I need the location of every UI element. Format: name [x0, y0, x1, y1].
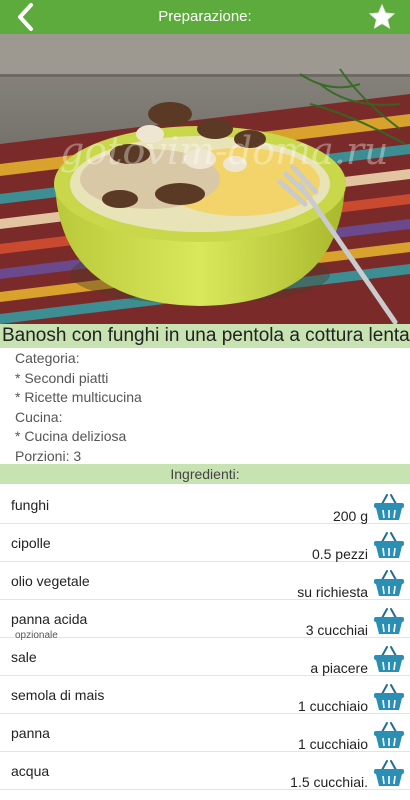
page-title: Preparazione: [158, 8, 252, 25]
ingredient-quantity: 1 cucchiaio [297, 736, 368, 752]
ingredient-row: funghi 200 g [0, 486, 410, 524]
add-to-shopping-list-button[interactable] [373, 721, 405, 749]
ingredients-list: funghi 200 g cipolle 0.5 pezzi olio vegeta… [0, 486, 410, 790]
info-category-item: * Ricette multicucina [15, 389, 142, 406]
shopping-basket-icon [374, 646, 404, 672]
ingredient-quantity: su richiesta [297, 584, 368, 600]
ingredient-row: panna acida opzionale 3 cucchiai [0, 600, 410, 641]
ingredient-name: panna acida [11, 611, 88, 627]
shopping-basket-icon [374, 608, 404, 634]
star-icon [368, 3, 396, 30]
add-to-shopping-list-button[interactable] [373, 645, 405, 673]
shopping-basket-icon [374, 494, 404, 520]
shopping-basket-icon [374, 760, 404, 786]
add-to-shopping-list-button[interactable] [373, 683, 405, 711]
ingredients-header: Ingredienti: [0, 464, 410, 484]
info-cuisine-item: * Cucina deliziosa [15, 428, 127, 445]
favorite-button[interactable] [368, 3, 396, 31]
ingredient-quantity: 200 g [332, 508, 368, 524]
ingredient-row: acqua 1.5 cucchiai. [0, 752, 410, 790]
recipe-info: Categoria: * Secondi piatti * Ricette mu… [15, 348, 395, 466]
info-category-label: Categoria: [15, 350, 80, 366]
ingredient-name: cipolle [11, 535, 51, 551]
add-to-shopping-list-button[interactable] [373, 569, 405, 597]
info-cuisine-label: Cucina: [15, 408, 63, 425]
shopping-basket-icon [374, 532, 404, 558]
info-category-item: * Secondi piatti [15, 369, 109, 386]
ingredient-quantity: 3 cucchiai [305, 622, 368, 638]
info-servings: Porzioni: 3 [15, 447, 82, 464]
recipe-photo: gotovim-doma.ru [0, 34, 410, 324]
ingredient-row: cipolle 0.5 pezzi [0, 524, 410, 562]
ingredient-row: panna 1 cucchiaio [0, 714, 410, 752]
ingredient-name: olio vegetale [11, 573, 90, 589]
ingredient-quantity: 1.5 cucchiai. [290, 774, 368, 790]
add-to-shopping-list-button[interactable] [373, 759, 405, 787]
ingredient-row: semola di mais 1 cucchiaio [0, 676, 410, 714]
ingredient-quantity: 0.5 pezzi [311, 546, 368, 562]
add-to-shopping-list-button[interactable] [373, 531, 405, 559]
ingredient-name: panna [11, 725, 50, 741]
ingredient-name: funghi [11, 497, 50, 513]
ingredient-name: acqua [11, 763, 50, 779]
shopping-basket-icon [374, 570, 404, 596]
shopping-basket-icon [374, 722, 404, 748]
shopping-basket-icon [374, 684, 404, 710]
ingredient-quantity: 1 cucchiaio [297, 698, 368, 714]
ingredient-name: semola di mais [11, 687, 105, 703]
ingredient-name: sale [11, 649, 37, 665]
recipe-title: Banosh con funghi in una pentola a cottu… [0, 324, 410, 348]
top-bar: Preparazione: [0, 0, 410, 34]
add-to-shopping-list-button[interactable] [373, 493, 405, 521]
ingredient-row: olio vegetale su richiesta [0, 562, 410, 600]
ingredient-row: sale a piacere [0, 638, 410, 676]
photo-watermark: gotovim-doma.ru [60, 129, 388, 173]
ingredient-quantity: a piacere [310, 660, 368, 676]
add-to-shopping-list-button[interactable] [373, 607, 405, 635]
